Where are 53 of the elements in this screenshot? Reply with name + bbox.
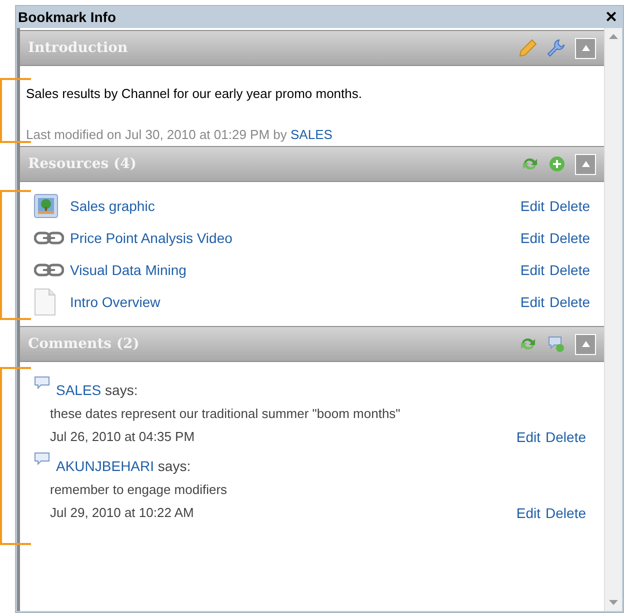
- action-link[interactable]: Edit: [520, 292, 545, 312]
- speech-bubble-icon: [34, 376, 50, 390]
- add-icon[interactable]: [549, 156, 565, 172]
- scrollbar[interactable]: [604, 28, 622, 611]
- action-link[interactable]: Edit: [520, 196, 545, 216]
- chain-link-icon: [34, 231, 64, 245]
- refresh-icon[interactable]: [519, 336, 537, 352]
- action-link[interactable]: Edit: [516, 426, 541, 448]
- comment-date: Jul 29, 2010 at 10:22 AM: [50, 504, 195, 522]
- modified-info: Last modified on Jul 30, 2010 at 01:29 PM by: [26, 126, 287, 142]
- chain-link-icon: [34, 263, 64, 277]
- triangle-up-icon: [582, 45, 590, 51]
- resource-link[interactable]: Price Point Analysis Video: [70, 228, 520, 248]
- comment-text: remember to engage modifiers: [49, 481, 228, 500]
- pencil-icon[interactable]: [519, 39, 537, 57]
- resource-link[interactable]: Visual Data Mining: [70, 260, 520, 280]
- scroll-up-icon[interactable]: [609, 34, 618, 39]
- collapse-button[interactable]: [575, 154, 596, 174]
- resource-link[interactable]: Intro Overview: [70, 292, 520, 312]
- collapse-button[interactable]: [575, 38, 596, 58]
- action-link[interactable]: Delete: [546, 426, 586, 448]
- collapse-button[interactable]: [575, 334, 596, 354]
- speech-bubble-icon: [34, 452, 50, 466]
- action-link[interactable]: Edit: [516, 502, 541, 524]
- triangle-up-icon: [582, 341, 590, 347]
- says-label: says:: [105, 382, 138, 398]
- document-icon: [34, 288, 56, 316]
- image-icon: [34, 194, 58, 218]
- says-label: says:: [158, 458, 191, 474]
- section-title: Resources (4): [28, 154, 138, 174]
- scroll-down-icon[interactable]: [609, 600, 618, 605]
- comment-text: these dates represent our traditional summer "boom months": [49, 405, 402, 424]
- action-link[interactable]: Edit: [520, 228, 545, 248]
- action-link[interactable]: Delete: [550, 196, 590, 216]
- resource-link[interactable]: Sales graphic: [70, 196, 520, 216]
- refresh-icon[interactable]: [521, 156, 539, 172]
- action-link[interactable]: Delete: [550, 228, 590, 248]
- action-link[interactable]: Delete: [550, 292, 590, 312]
- triangle-up-icon: [582, 161, 590, 167]
- close-button[interactable]: ✕: [605, 10, 621, 24]
- action-link[interactable]: Delete: [546, 502, 586, 524]
- action-link[interactable]: Delete: [550, 260, 590, 280]
- author-link[interactable]: SALES: [56, 382, 102, 398]
- comment-date: Jul 26, 2010 at 04:35 PM: [50, 428, 196, 446]
- action-link[interactable]: Edit: [520, 260, 545, 280]
- section-title: Comments (2): [28, 334, 140, 354]
- author-link[interactable]: AKUNJBEHARI: [56, 458, 154, 474]
- wrench-icon[interactable]: [547, 39, 565, 57]
- add-comment-icon[interactable]: [547, 335, 565, 353]
- window-title: Bookmark Info: [18, 8, 118, 26]
- section-title: Introduction: [28, 38, 129, 58]
- author-link[interactable]: SALES: [290, 126, 332, 142]
- introduction-text: Sales results by Channel for our early year promo months.: [26, 85, 363, 103]
